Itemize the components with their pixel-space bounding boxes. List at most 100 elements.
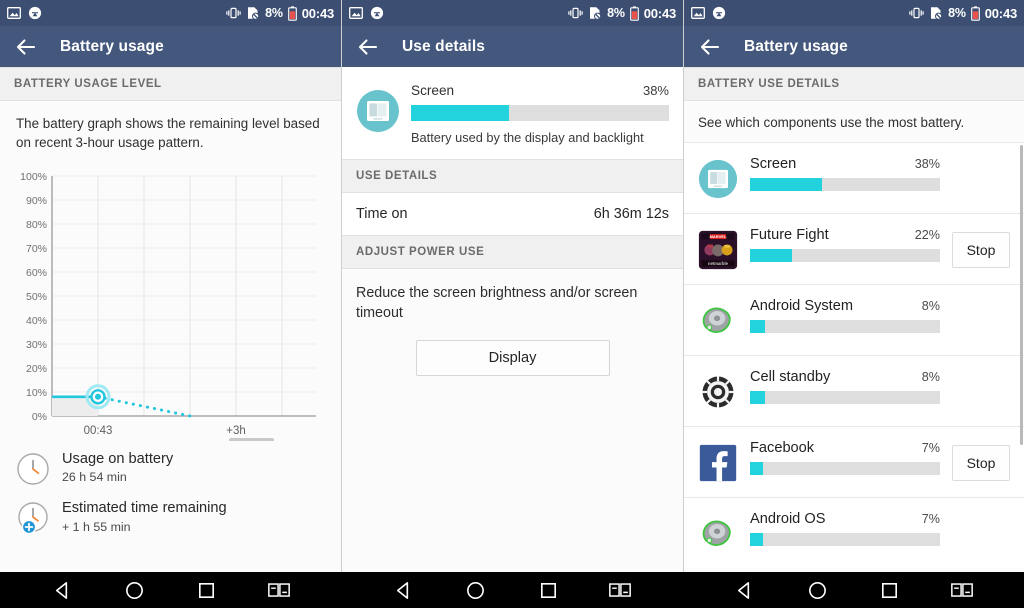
dual-window-icon[interactable] [267,578,291,602]
svg-text:50%: 50% [26,291,47,303]
panel-battery-usage: 8% 00:43 Battery usage BATTERY USAGE LEV… [0,0,341,572]
update-circle-icon [370,6,384,20]
status-bar-3: 8% 00:43 [684,0,1024,26]
list-item[interactable]: Android System 8% [684,284,1024,355]
list-item[interactable]: MARVEL netmarble Future Fight 22% Stop [684,213,1024,284]
svg-text:30%: 30% [26,339,47,351]
app-percent: 8% [921,299,940,313]
back-triangle-icon[interactable] [733,578,757,602]
page-title: Battery usage [744,37,848,55]
back-arrow-icon[interactable] [14,35,38,59]
display-button[interactable]: Display [415,339,610,376]
recents-square-icon[interactable] [536,578,560,602]
dual-window-icon[interactable] [950,578,974,602]
app-usage-bar [750,391,940,404]
status-bar-left-icons-2 [349,6,384,20]
estimated-time-remaining-label: Estimated time remaining [62,500,227,517]
app-usage-bar [750,320,940,333]
image-icon [349,6,363,20]
list-item[interactable]: Cell standby 8% [684,355,1024,426]
app-usage-bar [750,462,940,475]
status-bar-right-icons: 8% 00:43 [226,6,334,21]
home-circle-icon[interactable] [122,578,146,602]
app-percent: 38% [914,157,940,171]
app-usage-bar [750,249,940,262]
battery-percent-label: 8% [265,6,283,20]
svg-text:70%: 70% [26,243,47,255]
android-icon [698,301,738,341]
status-bar-right-icons-3: 8% 00:43 [909,6,1017,21]
battery-low-icon [970,5,980,21]
section-header-battery-use-details: BATTERY USE DETAILS [684,67,1024,101]
battery-use-details-intro: See which components use the most batter… [698,115,965,130]
list-item[interactable]: Android OS 7% [684,497,1024,568]
stop-button[interactable]: Stop [952,445,1010,481]
svg-text:100%: 100% [20,171,47,183]
list-item[interactable]: Screen 38% [684,142,1024,213]
svg-text:80%: 80% [26,219,47,231]
usage-on-battery-value: 26 h 54 min [62,470,127,485]
app-usage-bar [750,178,940,191]
vibrate-icon [226,6,241,20]
status-bar-1: 8% 00:43 [0,0,341,26]
svg-text:00:43: 00:43 [84,425,113,437]
estimated-time-remaining-row: Estimated time remaining + 1 h 55 min [0,490,341,539]
time-on-value: 6h 36m 12s [593,206,669,222]
home-circle-icon[interactable] [464,578,488,602]
battery-percent-label: 8% [607,6,625,20]
clock-plus-icon [16,501,50,535]
battery-percent-label: 8% [948,6,966,20]
usage-on-battery-row: Usage on battery 26 h 54 min [0,441,341,490]
app-name: Screen [750,156,797,172]
future-fight-icon: MARVEL netmarble [698,230,738,270]
display-button-row: Display [342,326,683,376]
battery-graph-description: The battery graph shows the remaining le… [16,116,320,151]
section-header-battery-usage-level: BATTERY USAGE LEVEL [0,67,341,101]
status-bar-2: 8% 00:43 [342,0,683,26]
clock-icon [16,452,50,486]
recents-square-icon[interactable] [195,578,219,602]
list-item[interactable]: Facebook 7% Stop [684,426,1024,497]
no-sdcard-icon [246,6,260,20]
back-arrow-icon[interactable] [698,35,722,59]
action-bar-1: Battery usage [0,26,341,67]
back-triangle-icon[interactable] [391,578,415,602]
usage-on-battery-label: Usage on battery [62,451,174,468]
panel-battery-use-details: 8% 00:43 Battery usage BATTERY USE DETAI… [683,0,1024,572]
app-name: Future Fight [750,227,829,243]
status-bar-right-icons-2: 8% 00:43 [568,6,676,21]
clock-label: 00:43 [984,5,1017,21]
vertical-scrollbar[interactable] [1020,145,1023,445]
vibrate-icon [568,6,583,20]
screen-icon [698,159,738,199]
screen-name-label: Screen [411,83,455,98]
app-name: Android OS [750,511,826,527]
svg-text:40%: 40% [26,315,47,327]
update-circle-icon [712,6,726,20]
back-triangle-icon[interactable] [50,578,74,602]
recents-square-icon[interactable] [877,578,901,602]
page-title: Use details [402,37,485,55]
status-bar-left-icons-3 [691,6,726,20]
dual-window-icon[interactable] [608,578,632,602]
back-arrow-icon[interactable] [356,35,380,59]
screen-usage-bar [411,105,669,121]
screen-percent-label: 38% [642,83,669,98]
facebook-icon [698,443,738,483]
estimated-time-remaining-value: + 1 h 55 min [62,519,131,534]
image-icon [691,6,705,20]
action-bar-3: Battery usage [684,26,1024,67]
cell-standby-icon [698,372,738,412]
action-bar-2: Use details [342,26,683,67]
no-sdcard-icon [588,6,602,20]
stop-button[interactable]: Stop [952,232,1010,268]
image-icon [7,6,21,20]
time-on-label: Time on [356,206,408,222]
svg-text:90%: 90% [26,195,47,207]
svg-text:60%: 60% [26,267,47,279]
home-circle-icon[interactable] [805,578,829,602]
svg-text:+3h: +3h [226,425,246,437]
battery-low-icon [287,5,297,21]
battery-usage-chart: 100% 90% 80% 70% 60% 50% 40% 30% 20% 10%… [0,160,341,442]
panel-use-details: 8% 00:43 Use details Screen 38% Battery … [341,0,683,572]
